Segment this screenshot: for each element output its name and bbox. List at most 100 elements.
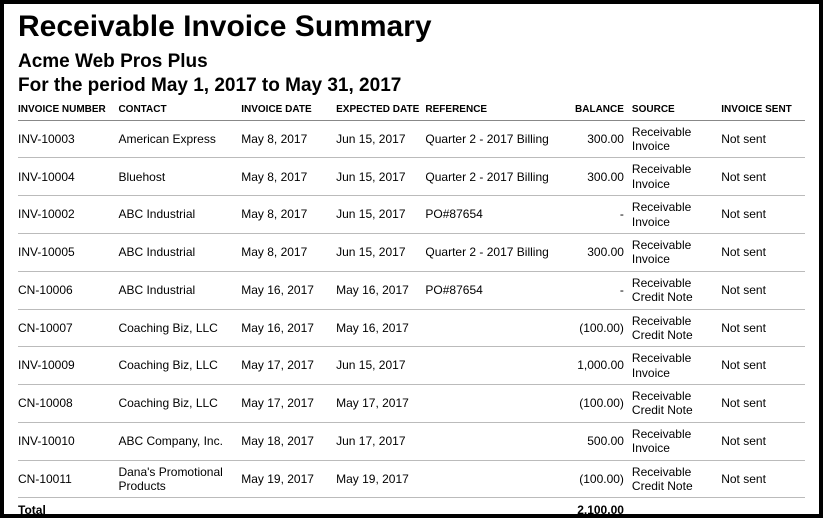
- cell-balance: 500.00: [554, 422, 632, 460]
- cell-expected-date: May 19, 2017: [336, 460, 425, 498]
- cell-reference: Quarter 2 - 2017 Billing: [425, 158, 553, 196]
- cell-contact: ABC Industrial: [118, 233, 241, 271]
- cell-expected-date: May 16, 2017: [336, 271, 425, 309]
- cell-invoice-sent: Not sent: [721, 460, 805, 498]
- col-expected-date: EXPECTED DATE: [336, 100, 425, 120]
- cell-source: Receivable Invoice: [632, 196, 721, 234]
- cell-contact: Coaching Biz, LLC: [118, 385, 241, 423]
- cell-invoice-date: May 19, 2017: [241, 460, 336, 498]
- cell-invoice-sent: Not sent: [721, 271, 805, 309]
- cell-reference: [425, 460, 553, 498]
- cell-reference: Quarter 2 - 2017 Billing: [425, 233, 553, 271]
- total-label: Total: [18, 498, 118, 518]
- cell-expected-date: Jun 15, 2017: [336, 120, 425, 158]
- report-title: Receivable Invoice Summary: [18, 10, 805, 45]
- invoice-table: INVOICE NUMBER CONTACT INVOICE DATE EXPE…: [18, 100, 805, 518]
- cell-contact: Dana's Promotional Products: [118, 460, 241, 498]
- cell-contact: ABC Industrial: [118, 196, 241, 234]
- cell-invoice-sent: Not sent: [721, 196, 805, 234]
- cell-reference: [425, 347, 553, 385]
- col-invoice-sent: INVOICE SENT: [721, 100, 805, 120]
- table-row: INV-10003American ExpressMay 8, 2017Jun …: [18, 120, 805, 158]
- cell-balance: -: [554, 196, 632, 234]
- cell-expected-date: Jun 15, 2017: [336, 196, 425, 234]
- cell-expected-date: May 17, 2017: [336, 385, 425, 423]
- cell-balance: (100.00): [554, 309, 632, 347]
- table-row: INV-10002ABC IndustrialMay 8, 2017Jun 15…: [18, 196, 805, 234]
- cell-invoice-date: May 8, 2017: [241, 120, 336, 158]
- cell-reference: [425, 309, 553, 347]
- cell-source: Receivable Invoice: [632, 422, 721, 460]
- cell-contact: ABC Industrial: [118, 271, 241, 309]
- cell-invoice-date: May 8, 2017: [241, 233, 336, 271]
- cell-invoice-sent: Not sent: [721, 233, 805, 271]
- cell-contact: Coaching Biz, LLC: [118, 347, 241, 385]
- cell-source: Receivable Credit Note: [632, 309, 721, 347]
- cell-expected-date: Jun 15, 2017: [336, 347, 425, 385]
- col-invoice-date: INVOICE DATE: [241, 100, 336, 120]
- cell-invoice-sent: Not sent: [721, 422, 805, 460]
- table-row: CN-10008Coaching Biz, LLCMay 17, 2017May…: [18, 385, 805, 423]
- cell-invoice-sent: Not sent: [721, 347, 805, 385]
- report-frame: Receivable Invoice Summary Acme Web Pros…: [0, 0, 823, 518]
- cell-invoice-number: INV-10002: [18, 196, 118, 234]
- cell-balance: 1,000.00: [554, 347, 632, 385]
- cell-invoice-sent: Not sent: [721, 120, 805, 158]
- cell-invoice-sent: Not sent: [721, 158, 805, 196]
- cell-invoice-number: CN-10006: [18, 271, 118, 309]
- cell-reference: [425, 385, 553, 423]
- cell-invoice-date: May 8, 2017: [241, 196, 336, 234]
- cell-balance: -: [554, 271, 632, 309]
- cell-invoice-number: INV-10005: [18, 233, 118, 271]
- cell-invoice-number: CN-10011: [18, 460, 118, 498]
- cell-invoice-number: INV-10003: [18, 120, 118, 158]
- cell-reference: PO#87654: [425, 196, 553, 234]
- cell-contact: Coaching Biz, LLC: [118, 309, 241, 347]
- report-period: For the period May 1, 2017 to May 31, 20…: [18, 75, 805, 98]
- table-row: INV-10010ABC Company, Inc.May 18, 2017Ju…: [18, 422, 805, 460]
- cell-balance: (100.00): [554, 385, 632, 423]
- cell-contact: ABC Company, Inc.: [118, 422, 241, 460]
- cell-invoice-date: May 18, 2017: [241, 422, 336, 460]
- total-row: Total 2,100.00: [18, 498, 805, 518]
- cell-invoice-date: May 16, 2017: [241, 309, 336, 347]
- table-row: CN-10011Dana's Promotional ProductsMay 1…: [18, 460, 805, 498]
- cell-expected-date: Jun 15, 2017: [336, 233, 425, 271]
- cell-expected-date: Jun 17, 2017: [336, 422, 425, 460]
- cell-reference: [425, 422, 553, 460]
- table-header-row: INVOICE NUMBER CONTACT INVOICE DATE EXPE…: [18, 100, 805, 120]
- cell-contact: American Express: [118, 120, 241, 158]
- cell-invoice-number: INV-10010: [18, 422, 118, 460]
- cell-expected-date: May 16, 2017: [336, 309, 425, 347]
- cell-balance: 300.00: [554, 233, 632, 271]
- cell-invoice-number: INV-10004: [18, 158, 118, 196]
- table-row: CN-10006ABC IndustrialMay 16, 2017May 16…: [18, 271, 805, 309]
- col-balance: BALANCE: [554, 100, 632, 120]
- cell-invoice-sent: Not sent: [721, 309, 805, 347]
- cell-source: Receivable Invoice: [632, 120, 721, 158]
- cell-invoice-date: May 17, 2017: [241, 347, 336, 385]
- cell-balance: 300.00: [554, 120, 632, 158]
- col-reference: REFERENCE: [425, 100, 553, 120]
- cell-source: Receivable Invoice: [632, 347, 721, 385]
- col-contact: CONTACT: [118, 100, 241, 120]
- col-invoice-number: INVOICE NUMBER: [18, 100, 118, 120]
- cell-source: Receivable Credit Note: [632, 271, 721, 309]
- cell-source: Receivable Credit Note: [632, 460, 721, 498]
- cell-expected-date: Jun 15, 2017: [336, 158, 425, 196]
- cell-invoice-sent: Not sent: [721, 385, 805, 423]
- cell-invoice-date: May 17, 2017: [241, 385, 336, 423]
- total-balance: 2,100.00: [554, 498, 632, 518]
- cell-reference: PO#87654: [425, 271, 553, 309]
- col-source: SOURCE: [632, 100, 721, 120]
- cell-invoice-number: CN-10007: [18, 309, 118, 347]
- table-row: INV-10009Coaching Biz, LLCMay 17, 2017Ju…: [18, 347, 805, 385]
- cell-balance: (100.00): [554, 460, 632, 498]
- cell-reference: Quarter 2 - 2017 Billing: [425, 120, 553, 158]
- table-row: CN-10007Coaching Biz, LLCMay 16, 2017May…: [18, 309, 805, 347]
- cell-contact: Bluehost: [118, 158, 241, 196]
- cell-invoice-date: May 16, 2017: [241, 271, 336, 309]
- cell-invoice-date: May 8, 2017: [241, 158, 336, 196]
- company-name: Acme Web Pros Plus: [18, 51, 805, 74]
- table-row: INV-10005ABC IndustrialMay 8, 2017Jun 15…: [18, 233, 805, 271]
